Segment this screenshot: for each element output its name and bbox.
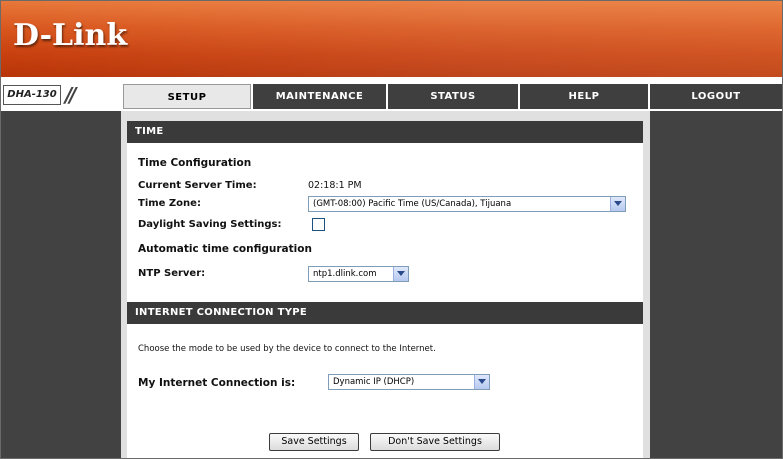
left-sidebar bbox=[1, 111, 121, 458]
time-zone-label: Time Zone: bbox=[138, 198, 201, 209]
ntp-server-select[interactable]: ntp1.dlink.com bbox=[308, 266, 409, 282]
dst-label: Daylight Saving Settings: bbox=[138, 219, 282, 230]
time-section-header: TIME bbox=[127, 121, 643, 143]
chevron-down-icon bbox=[610, 197, 625, 211]
current-server-time-value: 02:18:1 PM bbox=[308, 180, 362, 191]
ntp-server-label: NTP Server: bbox=[138, 268, 206, 279]
tab-setup[interactable]: SETUP bbox=[123, 84, 251, 109]
nav-bar: DHA-130 // SETUP MAINTENANCE STATUS HELP… bbox=[1, 81, 782, 111]
time-zone-value: (GMT-08:00) Pacific Time (US/Canada), Ti… bbox=[313, 199, 512, 209]
dlink-logo: D-Link bbox=[13, 18, 128, 53]
connection-description: Choose the mode to be used by the device… bbox=[138, 344, 436, 354]
header-banner: D-Link bbox=[1, 1, 782, 77]
content-panel: TIME Time Configuration Current Server T… bbox=[127, 121, 643, 458]
right-sidebar bbox=[650, 111, 782, 458]
save-settings-button[interactable]: Save Settings bbox=[269, 433, 359, 451]
router-admin-page: D-Link DHA-130 // SETUP MAINTENANCE STAT… bbox=[0, 0, 783, 459]
connection-label: My Internet Connection is: bbox=[138, 377, 296, 389]
dst-checkbox[interactable] bbox=[312, 218, 325, 231]
tab-maintenance[interactable]: MAINTENANCE bbox=[253, 84, 386, 109]
model-badge: DHA-130 bbox=[3, 85, 61, 105]
tab-help[interactable]: HELP bbox=[520, 84, 648, 109]
connection-section-header: INTERNET CONNECTION TYPE bbox=[127, 302, 643, 324]
time-zone-select[interactable]: (GMT-08:00) Pacific Time (US/Canada), Ti… bbox=[308, 196, 626, 212]
dont-save-settings-button[interactable]: Don't Save Settings bbox=[370, 433, 500, 451]
connection-type-select[interactable]: Dynamic IP (DHCP) bbox=[328, 374, 490, 390]
tab-logout[interactable]: LOGOUT bbox=[650, 84, 782, 109]
chevron-down-icon bbox=[393, 267, 408, 281]
ntp-server-value: ntp1.dlink.com bbox=[313, 269, 377, 279]
tab-status[interactable]: STATUS bbox=[388, 84, 518, 109]
chevron-down-icon bbox=[474, 375, 489, 389]
connection-type-value: Dynamic IP (DHCP) bbox=[333, 377, 415, 387]
time-config-title: Time Configuration bbox=[138, 157, 252, 169]
separator-slashes-icon: // bbox=[65, 83, 76, 107]
current-server-time-label: Current Server Time: bbox=[138, 180, 257, 191]
auto-time-title: Automatic time configuration bbox=[138, 243, 312, 255]
